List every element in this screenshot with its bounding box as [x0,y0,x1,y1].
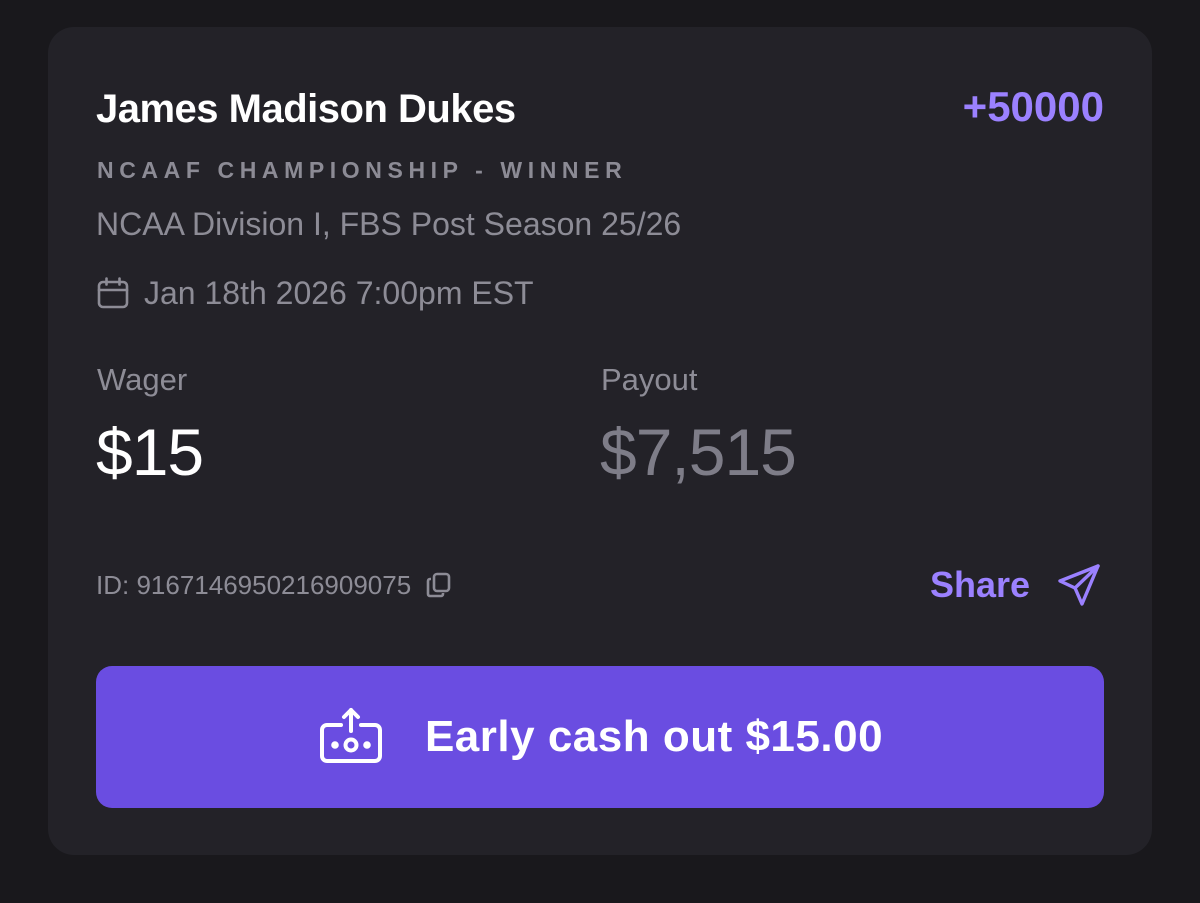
wager-label: Wager [97,362,188,397]
team-name: James Madison Dukes [96,87,516,131]
event-date-text: Jan 18th 2026 7:00pm EST [144,275,534,311]
early-cash-out-button[interactable]: Early cash out $15.00 [96,666,1104,808]
market-label: NCAAF CHAMPIONSHIP - WINNER [97,157,628,183]
calendar-icon [96,276,130,310]
bet-card: James Madison Dukes +50000 NCAAF CHAMPIO… [48,27,1152,855]
copy-icon[interactable] [425,571,453,599]
cash-out-icon [317,707,385,767]
bet-id: ID: 9167146950216909075 [96,570,412,600]
cash-out-label: Early cash out $15.00 [424,712,884,761]
wager-amount: $15 [96,415,204,489]
odds-value: +50000 [962,83,1104,130]
send-icon [1056,562,1102,608]
league-name: NCAA Division I, FBS Post Season 25/26 [96,206,682,242]
share-label: Share [929,564,1030,605]
share-button[interactable]: Share [930,560,1102,610]
payout-label: Payout [601,362,698,397]
event-datetime: Jan 18th 2026 7:00pm EST [96,273,534,313]
bet-id-row: ID: 9167146950216909075 [96,567,453,603]
payout-amount: $7,515 [600,415,797,489]
